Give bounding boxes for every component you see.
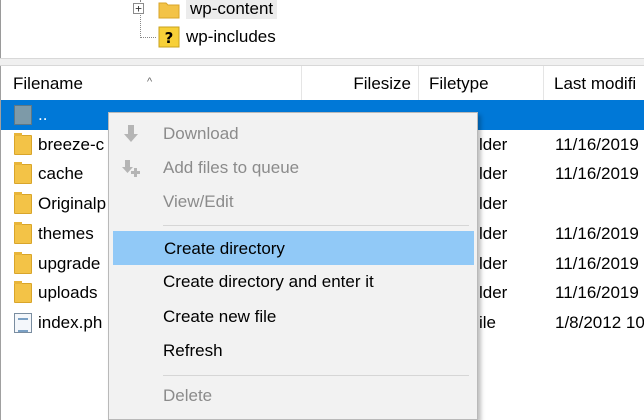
file-name: uploads [38,283,98,303]
folder-icon [14,251,32,274]
file-type: lder [479,223,508,243]
menu-item-view-edit[interactable]: View/Edit [109,185,477,219]
context-menu: Download Add files to queue View/Edit Cr… [108,112,478,420]
file-type: lder [479,283,508,303]
column-header-filetype[interactable]: Filetype [419,66,544,100]
expand-toggle-icon[interactable]: + [133,3,144,14]
file-name: Originalp [38,194,107,214]
menu-item-label: Refresh [163,341,223,360]
file-type: ile [479,312,497,332]
folder-icon [14,132,32,155]
menu-item-download[interactable]: Download [109,117,477,151]
file-modified: 11/16/2019 [555,253,639,273]
menu-item-label: Delete [163,386,213,405]
parent-directory-icon [14,105,32,125]
folder-icon [14,192,32,215]
file-type: lder [479,253,508,273]
svg-text:?: ? [165,29,174,47]
menu-item-label: Add files to queue [163,158,300,177]
file-name: .. [38,105,48,124]
file-type: lder [479,134,508,154]
tree-item-wp-content[interactable]: wp-content [158,0,278,20]
column-header-label: Filesize [353,74,411,93]
menu-item-label: View/Edit [163,192,234,211]
add-to-queue-icon [122,160,140,177]
file-name: upgrade [38,253,101,273]
download-icon [124,125,138,142]
column-header-filename[interactable]: Filename ^ [1,66,302,100]
tree-item-wp-includes[interactable]: ? wp-includes [158,26,276,48]
tree-item-label: wp-content [186,0,278,19]
tree-border [0,0,1,60]
menu-item-create-directory-and-enter[interactable]: Create directory and enter it [109,265,477,299]
tree-item-label: wp-includes [186,27,276,46]
file-type: lder [479,194,508,214]
menu-item-add-to-queue[interactable]: Add files to queue [109,151,477,185]
file-modified: 11/16/2019 [555,164,639,184]
pane-splitter[interactable] [0,58,644,66]
column-header-label: Filename [13,74,83,93]
folder-icon [158,2,180,19]
menu-item-refresh[interactable]: Refresh [109,334,477,368]
list-header: Filename ^ Filesize Filetype Last modifi [1,66,644,101]
file-name: themes [38,223,94,243]
menu-item-create-new-file[interactable]: Create new file [109,300,477,334]
directory-tree: + wp-content ? wp-includes [0,0,644,60]
menu-separator [163,225,469,226]
menu-item-label: Create new file [163,307,277,326]
sort-ascending-icon: ^ [147,76,153,88]
unknown-folder-icon: ? [158,26,180,48]
file-name: cache [38,164,84,184]
file-name: breeze-c [38,134,105,154]
php-file-icon [14,312,32,333]
column-header-label: Last modifi [554,74,637,93]
tree-connector-branch [140,37,156,38]
menu-item-label: Download [163,124,239,143]
column-header-label: Filetype [429,74,489,93]
folder-icon [14,281,32,304]
menu-item-label: Create directory and enter it [163,272,374,291]
column-header-filesize[interactable]: Filesize [302,66,419,100]
column-header-lastmodified[interactable]: Last modifi [544,66,644,100]
folder-icon [14,162,32,185]
file-modified: 11/16/2019 [555,223,639,243]
file-modified: 11/16/2019 [555,134,639,154]
file-type: lder [479,164,508,184]
menu-item-delete[interactable]: Delete [109,379,477,413]
menu-separator [163,375,469,376]
menu-item-create-directory[interactable]: Create directory [113,231,474,265]
menu-item-label: Create directory [164,239,285,258]
file-name: index.ph [38,312,103,332]
file-modified: 1/8/2012 10 [555,312,644,332]
folder-icon [14,221,32,244]
file-modified: 11/16/2019 [555,283,639,303]
